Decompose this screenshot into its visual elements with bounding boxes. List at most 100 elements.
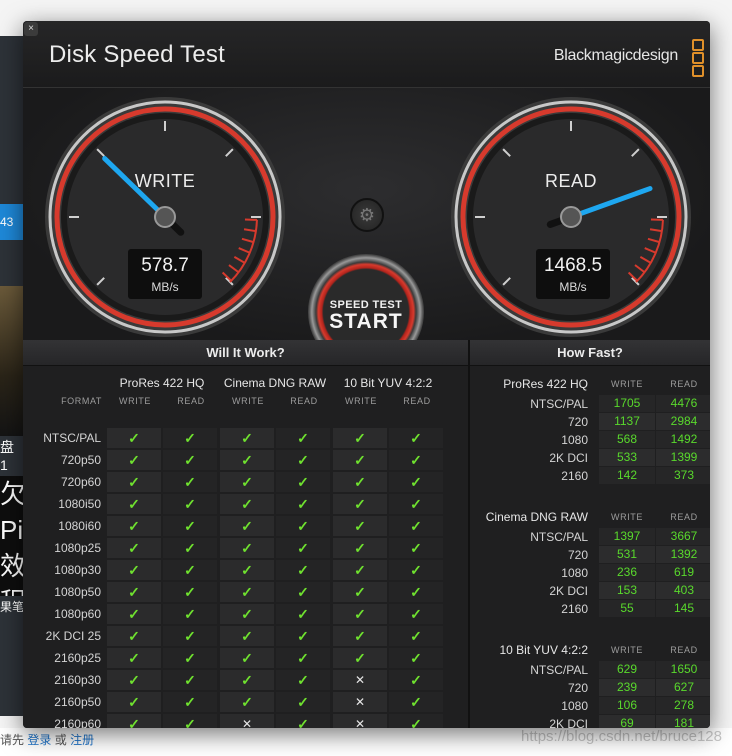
check-icon: ✓ <box>276 428 330 448</box>
check-icon: ✓ <box>276 494 330 514</box>
check-icon: ✓ <box>163 472 217 492</box>
prores-read-header: READ <box>177 396 205 406</box>
codec-cinema-dng: Cinema DNG RAW <box>223 376 327 390</box>
how-fast-write-value: 1397 <box>599 528 655 545</box>
cross-icon: ✕ <box>220 714 274 728</box>
how-fast-write-value: 142 <box>599 467 655 484</box>
how-fast-row-format: 1080 <box>561 433 588 447</box>
write-gauge: WRITE 578.7 MB/s <box>43 95 287 339</box>
how-fast-row-format: 1080 <box>561 699 588 713</box>
check-icon: ✓ <box>163 582 217 602</box>
check-icon: ✓ <box>220 582 274 602</box>
check-icon: ✓ <box>333 626 387 646</box>
check-icon: ✓ <box>389 714 443 728</box>
work-row-format: NTSC/PAL <box>43 431 101 445</box>
brand-name: Blackmagicdesign <box>553 47 678 64</box>
or-text: 或 <box>54 733 67 747</box>
check-icon: ✓ <box>389 626 443 646</box>
work-row: NTSC/PAL ✓ ✓ ✓ ✓ ✓ ✓ <box>23 427 468 449</box>
check-icon: ✓ <box>220 626 274 646</box>
check-icon: ✓ <box>276 560 330 580</box>
check-icon: ✓ <box>107 516 161 536</box>
how-fast-write-value: 629 <box>599 661 655 678</box>
work-row-format: 2160p30 <box>54 673 101 687</box>
check-icon: ✓ <box>163 714 217 728</box>
read-gauge-label: READ <box>544 171 597 191</box>
check-icon: ✓ <box>389 648 443 668</box>
yuv-write-header: WRITE <box>345 396 377 406</box>
work-row: 2160p50 ✓ ✓ ✓ ✓ ✕ ✓ <box>23 691 468 713</box>
check-icon: ✓ <box>163 626 217 646</box>
work-row-format: 2160p50 <box>54 695 101 709</box>
dng-read-header: READ <box>290 396 318 406</box>
how-fast-row: NTSC/PAL 1705 4476 <box>470 395 710 413</box>
check-icon: ✓ <box>276 472 330 492</box>
check-icon: ✓ <box>333 538 387 558</box>
how-fast-read-value: 4476 <box>656 395 710 412</box>
check-icon: ✓ <box>220 516 274 536</box>
watermark: https://blog.csdn.net/bruce128 <box>521 728 722 745</box>
check-icon: ✓ <box>220 428 274 448</box>
check-icon: ✓ <box>276 670 330 690</box>
settings-gear-icon[interactable]: ⚙ <box>350 198 384 232</box>
work-row: 2160p25 ✓ ✓ ✓ ✓ ✓ ✓ <box>23 647 468 669</box>
how-fast-read-value: 403 <box>656 582 710 599</box>
will-it-work-title: Will It Work? <box>23 340 468 366</box>
check-icon: ✓ <box>220 472 274 492</box>
how-fast-read-value: 627 <box>656 679 710 696</box>
codec-prores: ProRes 422 HQ <box>119 376 205 390</box>
check-icon: ✓ <box>220 538 274 558</box>
login-link[interactable]: 登录 <box>27 733 51 747</box>
how-fast-read-header: READ <box>670 379 698 389</box>
work-row: 1080p50 ✓ ✓ ✓ ✓ ✓ ✓ <box>23 581 468 603</box>
check-icon: ✓ <box>389 516 443 536</box>
check-icon: ✓ <box>389 582 443 602</box>
how-fast-row-format: 720 <box>567 681 588 695</box>
how-fast-row: 2160 55 145 <box>470 600 710 618</box>
check-icon: ✓ <box>107 494 161 514</box>
check-icon: ✓ <box>389 494 443 514</box>
work-row-format: 1080p25 <box>54 541 101 555</box>
how-fast-row: 1080 236 619 <box>470 564 710 582</box>
read-gauge: READ 1468.5 MB/s <box>449 95 693 339</box>
work-row-format: 1080p30 <box>54 563 101 577</box>
check-icon: ✓ <box>220 560 274 580</box>
write-gauge-dial <box>45 97 285 337</box>
work-row-format: 1080p60 <box>54 607 101 621</box>
check-icon: ✓ <box>333 428 387 448</box>
background-caption: 果笔 <box>0 600 24 614</box>
how-fast-write-header: WRITE <box>611 645 643 655</box>
work-row: 2K DCI 25 ✓ ✓ ✓ ✓ ✓ ✓ <box>23 625 468 647</box>
check-icon: ✓ <box>107 538 161 558</box>
check-icon: ✓ <box>163 494 217 514</box>
how-fast-read-value: 1650 <box>656 661 710 678</box>
check-icon: ✓ <box>276 516 330 536</box>
how-fast-read-value: 278 <box>656 697 710 714</box>
check-icon: ✓ <box>163 560 217 580</box>
background-page-strip: 43 盘 1 欠 Pi 效程 果笔 <box>0 36 24 716</box>
register-link[interactable]: 注册 <box>70 733 94 747</box>
how-fast-read-value: 373 <box>656 467 710 484</box>
brand-logo-icon <box>692 39 706 77</box>
how-fast-read-value: 2984 <box>656 413 710 430</box>
cross-icon: ✕ <box>333 670 387 690</box>
work-row: 720p60 ✓ ✓ ✓ ✓ ✓ ✓ <box>23 471 468 493</box>
check-icon: ✓ <box>220 604 274 624</box>
how-fast-title: How Fast? <box>470 340 710 366</box>
check-icon: ✓ <box>333 516 387 536</box>
codec-10bit-yuv: 10 Bit YUV 4:2:2 <box>343 376 433 390</box>
check-icon: ✓ <box>276 538 330 558</box>
check-icon: ✓ <box>276 692 330 712</box>
how-fast-row: 2K DCI 69 181 <box>470 715 710 728</box>
check-icon: ✓ <box>220 648 274 668</box>
check-icon: ✓ <box>389 450 443 470</box>
how-fast-row-format: 2K DCI <box>549 717 588 728</box>
background-photo <box>0 286 24 436</box>
check-icon: ✓ <box>107 692 161 712</box>
how-fast-read-value: 1399 <box>656 449 710 466</box>
check-icon: ✓ <box>107 626 161 646</box>
close-button[interactable]: × <box>24 22 38 36</box>
check-icon: ✓ <box>333 472 387 492</box>
check-icon: ✓ <box>220 692 274 712</box>
work-row: 720p50 ✓ ✓ ✓ ✓ ✓ ✓ <box>23 449 468 471</box>
